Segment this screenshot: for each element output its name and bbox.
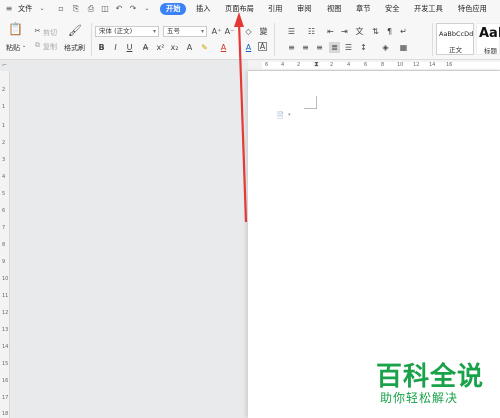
- arrow-shaft: [237, 21, 248, 223]
- watermark-subtitle: 助你轻松解决: [380, 391, 459, 405]
- arrow-head: [234, 12, 244, 27]
- watermark-title: 百科全说: [376, 362, 485, 392]
- watermark-logo: 百科全说 助你轻松解决: [376, 356, 486, 414]
